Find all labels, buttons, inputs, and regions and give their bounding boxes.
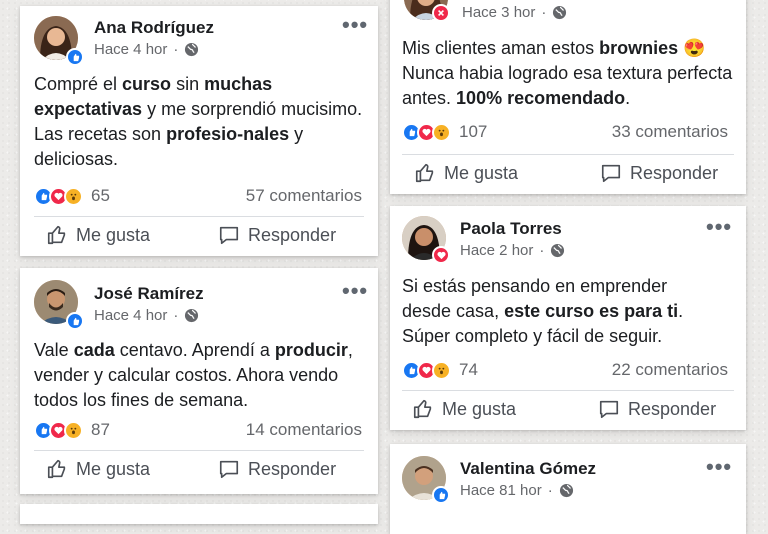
emphasis-text: profesio-nales [166, 124, 290, 144]
comment-icon [599, 400, 619, 419]
reply-button[interactable]: Responder [218, 224, 336, 246]
globe-icon [185, 308, 199, 323]
post-meta: Hace 4 hor · [94, 307, 199, 324]
text-run: Mis clientes aman estos [402, 38, 600, 58]
comments-count[interactable]: 57 comentarios [246, 186, 362, 206]
wow-reaction-icon [432, 122, 451, 142]
post-text: Si estás pensando en emprender desde cas… [402, 274, 712, 349]
reply-label: Responder [628, 398, 717, 419]
emphasis-text: 100% recomendado [456, 88, 626, 108]
post-card: Ana Rodríguez Hace 4 hor · ••• Compré el … [20, 6, 378, 256]
wow-reaction-icon [64, 420, 83, 440]
comment-icon [219, 226, 239, 245]
reply-button[interactable]: Responder [218, 458, 336, 480]
post-meta: Hace 4 hor · [94, 41, 199, 58]
angry-badge-icon [432, 4, 450, 22]
like-button[interactable]: Me gusta [46, 224, 150, 246]
emphasis-text: cada [73, 340, 115, 360]
divider [34, 216, 364, 217]
globe-icon [559, 483, 573, 498]
comments-count[interactable]: 14 comentarios [246, 420, 362, 440]
emphasis-text: producir [274, 340, 348, 360]
thumbs-up-icon [415, 163, 434, 183]
emphasis-text: muchas [204, 74, 273, 94]
more-options-icon[interactable]: ••• [342, 280, 368, 302]
like-button[interactable]: Me gusta [412, 398, 516, 420]
love-badge-icon [432, 246, 450, 264]
post-text: Vale cada centavo. Aprendí a producir, v… [34, 338, 374, 413]
reactions-count: 65 [91, 186, 110, 205]
emphasis-text: este curso es para ti [504, 301, 679, 321]
emphasis-text: curso [122, 74, 172, 94]
post-text: Mis clientes aman estos brownies 😍 Nunca… [402, 36, 752, 111]
like-label: Me gusta [76, 224, 151, 245]
author-name[interactable]: Valentina Gómez [460, 459, 596, 479]
reactions-summary[interactable]: 65 [34, 186, 110, 206]
post-card: Valentina Gómez Hace 81 hor · ••• [390, 444, 746, 534]
more-options-icon[interactable]: ••• [706, 456, 732, 478]
author-name[interactable]: Paola Torres [460, 219, 562, 239]
reply-button[interactable]: Responder [600, 162, 718, 184]
post-time[interactable]: Hace 4 hor [94, 41, 167, 58]
post-time[interactable]: Hace 4 hor [94, 307, 167, 324]
reactions-summary[interactable]: 107 [402, 122, 487, 142]
emphasis-text: expectativas [34, 99, 143, 119]
post-time[interactable]: Hace 3 hor [462, 4, 535, 21]
like-badge-icon [432, 486, 450, 504]
post-meta: Hace 3 hor · [462, 4, 567, 21]
post-meta: Hace 2 hor · [460, 242, 565, 259]
like-label: Me gusta [444, 162, 519, 183]
divider [34, 450, 364, 451]
divider [402, 390, 734, 391]
reactions-count: 87 [91, 420, 110, 439]
like-badge-icon [66, 312, 84, 330]
like-button[interactable]: Me gusta [46, 458, 150, 480]
text-run: . [625, 88, 631, 108]
reactions-count: 74 [459, 360, 478, 379]
reply-label: Responder [248, 224, 337, 245]
author-name[interactable]: Ana Rodríguez [94, 18, 214, 38]
emphasis-text: brownies [599, 38, 679, 58]
like-button[interactable]: Me gusta [414, 162, 518, 184]
author-name[interactable]: José Ramírez [94, 284, 204, 304]
post-meta: Hace 81 hor · [460, 482, 574, 499]
more-options-icon[interactable]: ••• [342, 14, 368, 36]
comment-icon [219, 460, 239, 479]
text-run: Vale [34, 340, 74, 360]
like-label: Me gusta [442, 398, 517, 419]
text-run: Compré el [34, 74, 123, 94]
post-card: Paola Torres Hace 2 hor · ••• Si estás pe… [390, 206, 746, 430]
thumbs-up-icon [413, 399, 432, 419]
comments-count[interactable]: 22 comentarios [612, 360, 728, 380]
more-options-icon[interactable]: ••• [706, 216, 732, 238]
reply-label: Responder [630, 162, 719, 183]
globe-icon [553, 5, 567, 20]
post-card-partial [20, 504, 378, 524]
post-text: Compré el curso sin muchas expectativas … [34, 72, 364, 172]
globe-icon [185, 42, 199, 57]
reactions-summary[interactable]: 87 [34, 420, 110, 440]
wow-reaction-icon [432, 360, 451, 380]
comment-icon [601, 164, 621, 183]
comments-count[interactable]: 33 comentarios [612, 122, 728, 142]
thumbs-up-icon [47, 225, 66, 245]
text-run: centavo. Aprendí a [114, 340, 275, 360]
wow-reaction-icon [64, 186, 83, 206]
post-card: José Ramírez Hace 4 hor · ••• Vale cada c… [20, 268, 378, 494]
reactions-summary[interactable]: 74 [402, 360, 478, 380]
post-time[interactable]: Hace 81 hor [460, 482, 542, 499]
post-card: Hace 3 hor · Mis clientes aman estos brow… [390, 0, 746, 194]
reply-button[interactable]: Responder [598, 398, 716, 420]
reactions-count: 107 [459, 122, 488, 141]
thumbs-up-icon [47, 459, 66, 479]
post-time[interactable]: Hace 2 hor [460, 242, 533, 259]
like-badge-icon [66, 48, 84, 66]
like-label: Me gusta [76, 458, 151, 479]
text-run: sin [171, 74, 205, 94]
divider [402, 154, 734, 155]
reply-label: Responder [248, 458, 337, 479]
globe-icon [551, 243, 565, 258]
